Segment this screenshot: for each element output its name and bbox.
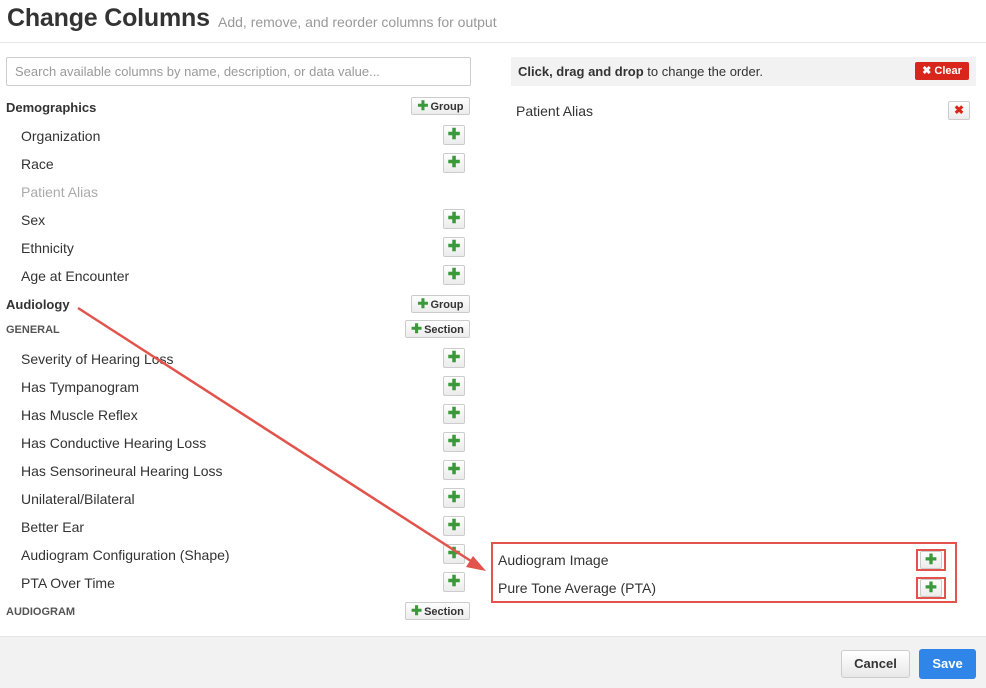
- column-item-patient-alias: Patient Alias: [21, 184, 99, 200]
- save-button[interactable]: Save: [919, 649, 976, 679]
- add-sex-button[interactable]: ✚: [443, 209, 465, 229]
- plus-icon: ✚: [447, 377, 461, 394]
- column-item-ethnicity[interactable]: Ethnicity: [21, 240, 74, 256]
- column-item-race[interactable]: Race: [21, 156, 54, 172]
- add-muscle-reflex-button[interactable]: ✚: [443, 404, 465, 424]
- clear-button[interactable]: ✖ Clear: [915, 62, 969, 80]
- add-tympanogram-button[interactable]: ✚: [443, 376, 465, 396]
- search-input[interactable]: [6, 57, 471, 86]
- dialog-footer: [0, 636, 986, 688]
- column-item-audiogram-image[interactable]: Audiogram Image: [498, 552, 609, 568]
- add-sensorineural-button[interactable]: ✚: [443, 460, 465, 480]
- add-age-at-encounter-button[interactable]: ✚: [443, 265, 465, 285]
- add-organization-button[interactable]: ✚: [443, 125, 465, 145]
- page-title: Change Columns: [7, 4, 210, 32]
- add-group-audiology-button[interactable]: ✚ Group: [411, 295, 470, 313]
- plus-icon: ✚: [447, 405, 461, 422]
- group-button-label: Group: [430, 101, 464, 113]
- plus-icon: ✚: [447, 126, 461, 143]
- add-race-button[interactable]: ✚: [443, 153, 465, 173]
- plus-icon: ✚: [411, 603, 423, 618]
- add-section-audiogram-button[interactable]: ✚ Section: [405, 602, 470, 620]
- add-ethnicity-button[interactable]: ✚: [443, 237, 465, 257]
- plus-icon: ✚: [417, 296, 429, 311]
- column-item-better-ear[interactable]: Better Ear: [21, 519, 84, 535]
- plus-icon: ✚: [447, 238, 461, 255]
- add-better-ear-button[interactable]: ✚: [443, 516, 465, 536]
- plus-icon: ✚: [925, 551, 937, 567]
- add-pta-over-time-button[interactable]: ✚: [443, 572, 465, 592]
- plus-icon: ✚: [447, 545, 461, 562]
- plus-icon: ✚: [411, 321, 423, 336]
- group-title-audiology: Audiology: [6, 297, 70, 312]
- annotation-callout: Audiogram Image ✚ Pure Tone Average (PTA…: [491, 542, 957, 603]
- close-icon: ✖: [922, 65, 932, 77]
- plus-icon: ✚: [447, 210, 461, 227]
- column-item-sex[interactable]: Sex: [21, 212, 45, 228]
- add-group-demographics-button[interactable]: ✚ Group: [411, 97, 470, 115]
- clear-label: Clear: [934, 65, 962, 77]
- remove-patient-alias-button[interactable]: ✖: [948, 101, 970, 120]
- plus-icon: ✚: [417, 98, 429, 113]
- annotation-highlight: ✚: [916, 577, 946, 599]
- available-columns-list: Demographics ✚ Group Organization ✚ Race …: [0, 92, 480, 632]
- column-item-organization[interactable]: Organization: [21, 128, 100, 144]
- column-item-pure-tone-average[interactable]: Pure Tone Average (PTA): [498, 580, 656, 596]
- selected-columns-header: Click, drag and drop to change the order…: [511, 57, 976, 86]
- column-item-age-at-encounter[interactable]: Age at Encounter: [21, 268, 129, 284]
- add-pure-tone-average-button[interactable]: ✚: [920, 579, 942, 597]
- close-icon: ✖: [953, 103, 965, 117]
- plus-icon: ✚: [447, 461, 461, 478]
- plus-icon: ✚: [447, 154, 461, 171]
- plus-icon: ✚: [447, 266, 461, 283]
- section-button-label: Section: [424, 324, 464, 336]
- instruction-bold: Click, drag and drop: [518, 64, 644, 79]
- plus-icon: ✚: [447, 349, 461, 366]
- add-section-general-button[interactable]: ✚ Section: [405, 320, 470, 338]
- plus-icon: ✚: [447, 433, 461, 450]
- column-item-audiogram-configuration[interactable]: Audiogram Configuration (Shape): [21, 547, 230, 563]
- column-item-unilateral-bilateral[interactable]: Unilateral/Bilateral: [21, 491, 135, 507]
- dialog-header: Change Columns Add, remove, and reorder …: [0, 0, 986, 43]
- reorder-instruction: Click, drag and drop to change the order…: [518, 64, 763, 79]
- plus-icon: ✚: [925, 579, 937, 595]
- section-button-label: Section: [424, 606, 464, 618]
- add-audiogram-configuration-button[interactable]: ✚: [443, 544, 465, 564]
- plus-icon: ✚: [447, 489, 461, 506]
- cancel-button[interactable]: Cancel: [841, 650, 910, 678]
- plus-icon: ✚: [447, 573, 461, 590]
- add-audiogram-image-button[interactable]: ✚: [920, 551, 942, 569]
- group-title-demographics: Demographics: [6, 100, 97, 115]
- column-item-severity-of-hearing-loss[interactable]: Severity of Hearing Loss: [21, 351, 174, 367]
- plus-icon: ✚: [447, 517, 461, 534]
- column-item-has-muscle-reflex[interactable]: Has Muscle Reflex: [21, 407, 138, 423]
- annotation-highlight: ✚: [916, 549, 946, 571]
- group-button-label: Group: [430, 299, 464, 311]
- column-item-has-sensorineural-hearing-loss[interactable]: Has Sensorineural Hearing Loss: [21, 463, 223, 479]
- column-item-has-conductive-hearing-loss[interactable]: Has Conductive Hearing Loss: [21, 435, 206, 451]
- add-conductive-button[interactable]: ✚: [443, 432, 465, 452]
- add-unilateral-bilateral-button[interactable]: ✚: [443, 488, 465, 508]
- page-subtitle: Add, remove, and reorder columns for out…: [218, 14, 497, 30]
- instruction-rest: to change the order.: [643, 64, 763, 79]
- add-severity-button[interactable]: ✚: [443, 348, 465, 368]
- column-item-has-tympanogram[interactable]: Has Tympanogram: [21, 379, 139, 395]
- column-item-pta-over-time[interactable]: PTA Over Time: [21, 575, 115, 591]
- selected-column-patient-alias[interactable]: Patient Alias: [516, 103, 593, 119]
